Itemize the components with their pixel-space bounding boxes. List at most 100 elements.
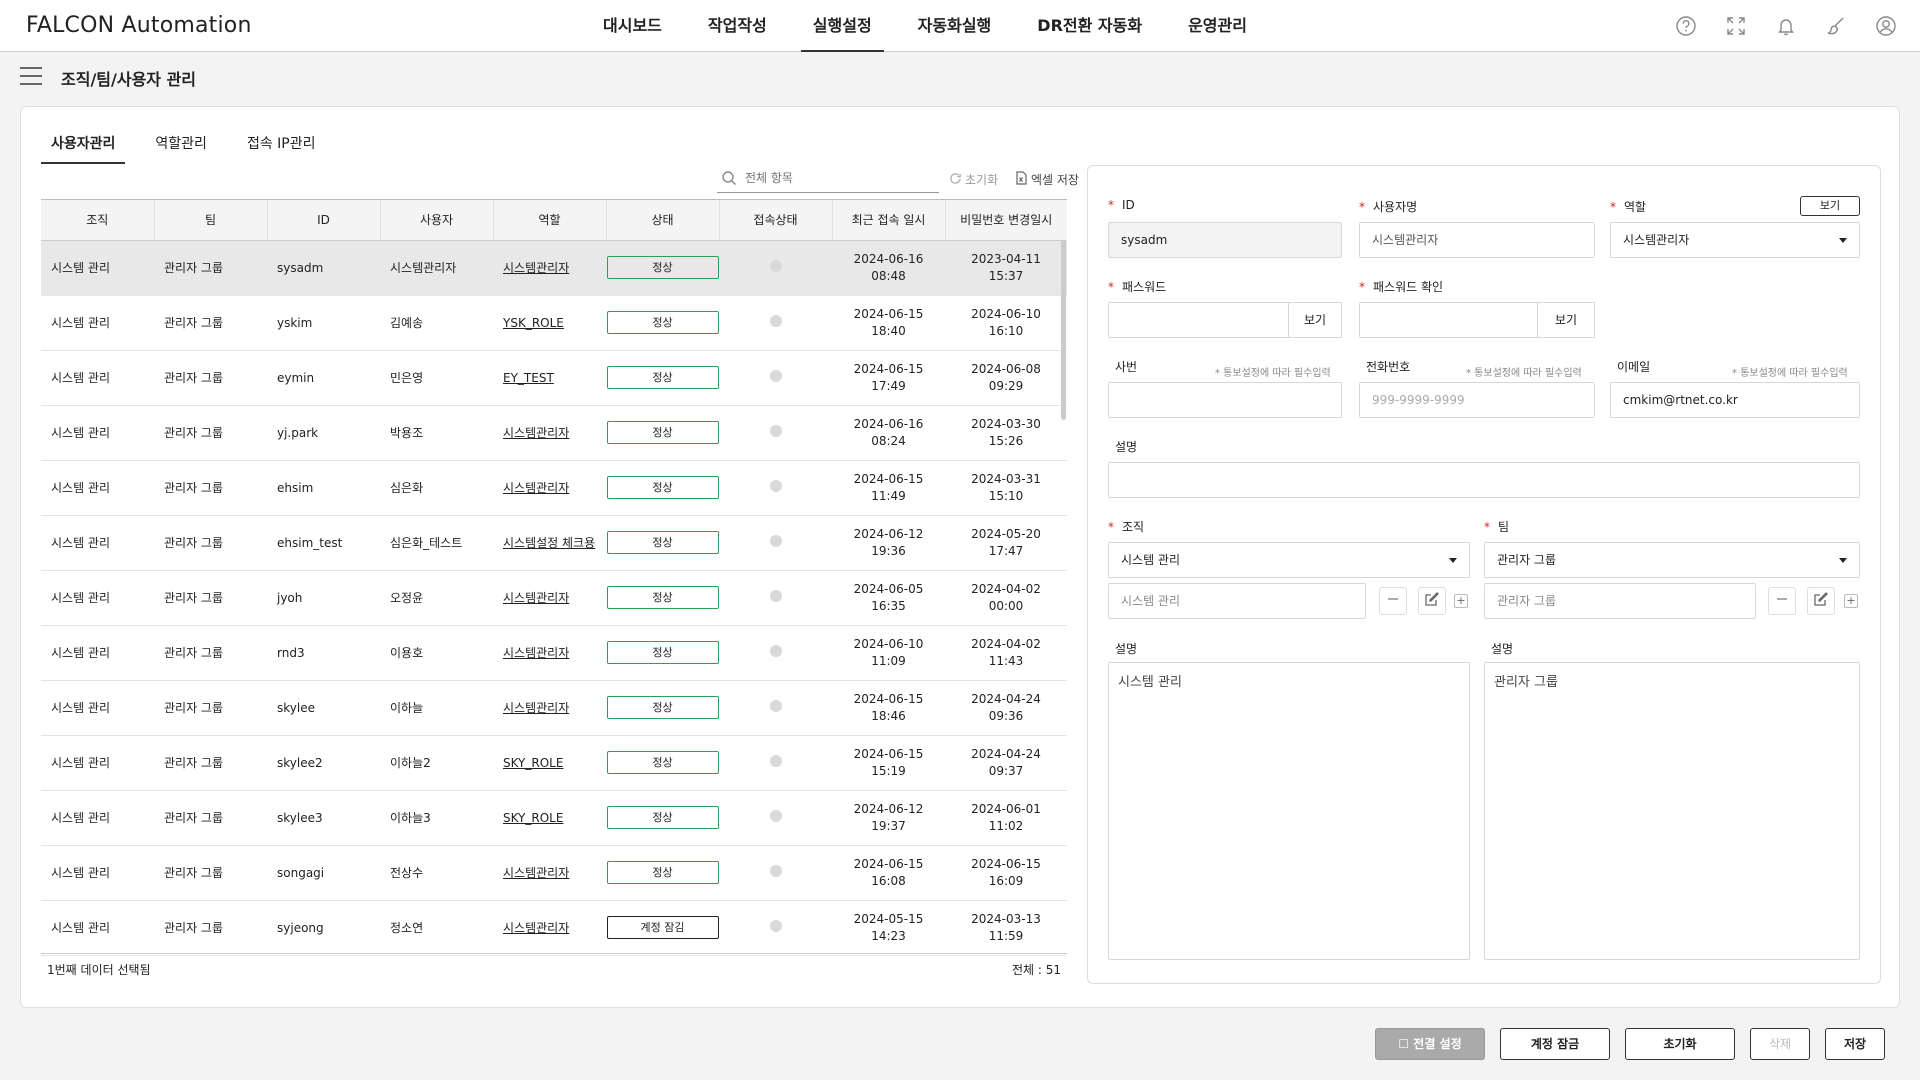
email-field[interactable]: cmkim@rtnet.co.kr	[1610, 382, 1860, 418]
cell-pw-changed-time: 16:09	[988, 873, 1024, 888]
table-row[interactable]: 시스템 관리 관리자 그룹 syjeong 정소연 시스템관리자 계정 잠김 2024-05…	[41, 900, 1067, 956]
save-button[interactable]: 저장	[1825, 1028, 1885, 1060]
org-edit-button[interactable]	[1418, 587, 1446, 615]
org-add-button[interactable]: +	[1454, 594, 1468, 608]
password-confirm-field[interactable]	[1359, 302, 1538, 338]
role-view-button[interactable]: 보기	[1800, 196, 1860, 216]
search-box	[717, 165, 939, 193]
password-field[interactable]	[1108, 302, 1289, 338]
org-remove-button[interactable]	[1379, 587, 1407, 615]
tab-role-management[interactable]: 역할관리	[145, 125, 217, 164]
table-row[interactable]: 시스템 관리 관리자 그룹 yj.park 박용조 시스템관리자 정상 2024-06-16…	[41, 405, 1067, 461]
col-header-org[interactable]: 조직	[41, 200, 155, 241]
role-select[interactable]: 시스템관리자	[1610, 222, 1860, 258]
user-grid: 조직 팀 ID 사용자 역할 상태 접속상태 최근 접속 일시 비밀번호 변경일…	[41, 199, 1067, 956]
table-row[interactable]: 시스템 관리 관리자 그룹 eymin 민은영 EY_TEST 정상 2024-06-15 1…	[41, 350, 1067, 406]
team-select[interactable]: 관리자 그룹	[1484, 542, 1860, 578]
col-header-status[interactable]: 상태	[606, 200, 720, 241]
brush-icon[interactable]	[1822, 12, 1850, 40]
reset-grid-button[interactable]: 초기화	[949, 171, 998, 188]
table-row[interactable]: 시스템 관리 관리자 그룹 skylee 이하늘 시스템관리자 정상 2024-06-15 1…	[41, 680, 1067, 736]
table-row[interactable]: 시스템 관리 관리자 그룹 skylee3 이하늘3 SKY_ROLE 정상 2024-06…	[41, 790, 1067, 846]
nav-menu-dr-switch[interactable]: DR전환 자동화	[1025, 0, 1154, 52]
grid-scrollbar[interactable]	[1061, 240, 1066, 420]
table-row[interactable]: 시스템 관리 관리자 그룹 sysadm 시스템관리자 시스템관리자 정상 2024-06-…	[41, 240, 1067, 296]
table-row[interactable]: 시스템 관리 관리자 그룹 ehsim_test 심은화_테스트 시스템설정 체크용 정상…	[41, 515, 1067, 571]
nav-menu-dashboard[interactable]: 대시보드	[591, 0, 674, 52]
team-add-button[interactable]: +	[1844, 594, 1858, 608]
cell-org: 시스템 관리	[41, 790, 154, 846]
search-input[interactable]	[745, 167, 925, 189]
cell-role-link[interactable]: 시스템관리자	[503, 646, 569, 660]
cell-org: 시스템 관리	[41, 240, 154, 296]
cell-last-login-date: 2024-06-15	[853, 471, 924, 486]
cell-role-link[interactable]: 시스템관리자	[503, 426, 569, 440]
cell-role-link[interactable]: SKY_ROLE	[503, 756, 563, 770]
bulk-approval-button[interactable]: ☐ 전결 설정	[1375, 1028, 1485, 1060]
cell-role-link[interactable]: 시스템관리자	[503, 591, 569, 605]
nav-menu-job-write[interactable]: 작업작성	[696, 0, 779, 52]
password-view-button[interactable]: 보기	[1288, 302, 1342, 338]
cell-pw-changed-date: 2024-04-24	[971, 691, 1041, 706]
team-description-textarea[interactable]: 관리자 그룹	[1484, 662, 1860, 960]
nav-menu-exec-settings[interactable]: 실행설정	[800, 0, 884, 52]
id-field[interactable]: sysadm	[1108, 222, 1342, 258]
col-header-id[interactable]: ID	[267, 200, 381, 241]
cell-role-link[interactable]: 시스템설정 체크용	[503, 536, 595, 550]
col-header-user[interactable]: 사용자	[380, 200, 494, 241]
connection-status-dot	[769, 370, 782, 382]
cell-org: 시스템 관리	[41, 460, 154, 516]
table-row[interactable]: 시스템 관리 관리자 그룹 jyoh 오정윤 시스템관리자 정상 2024-06-05 16:…	[41, 570, 1067, 626]
cell-role-link[interactable]: YSK_ROLE	[503, 316, 564, 330]
org-select[interactable]: 시스템 관리	[1108, 542, 1470, 578]
fullscreen-icon[interactable]	[1722, 12, 1750, 40]
cell-role-link[interactable]: SKY_ROLE	[503, 811, 563, 825]
table-row[interactable]: 시스템 관리 관리자 그룹 ehsim 심은화 시스템관리자 정상 2024-06-15 11…	[41, 460, 1067, 516]
account-lock-button[interactable]: 계정 잠금	[1500, 1028, 1610, 1060]
table-row[interactable]: 시스템 관리 관리자 그룹 rnd3 이용호 시스템관리자 정상 2024-06-10 11:…	[41, 625, 1067, 681]
table-row[interactable]: 시스템 관리 관리자 그룹 skylee2 이하늘2 SKY_ROLE 정상 2024-06…	[41, 735, 1067, 791]
cell-pw-changed-date: 2024-06-10	[971, 306, 1041, 321]
cell-team: 관리자 그룹	[154, 790, 267, 846]
username-field[interactable]: 시스템관리자	[1359, 222, 1595, 258]
table-row[interactable]: 시스템 관리 관리자 그룹 yskim 김예송 YSK_ROLE 정상 2024-06-15…	[41, 295, 1067, 351]
reset-button[interactable]: 초기화	[1625, 1028, 1735, 1060]
col-header-role[interactable]: 역할	[493, 200, 607, 241]
cell-role-link[interactable]: 시스템관리자	[503, 261, 569, 275]
password-confirm-view-button[interactable]: 보기	[1537, 302, 1595, 338]
cell-role-link[interactable]: 시스템관리자	[503, 866, 569, 880]
org-name-input[interactable]: 시스템 관리	[1108, 583, 1366, 619]
phone-field[interactable]: 999-9999-9999	[1359, 382, 1595, 418]
table-row[interactable]: 시스템 관리 관리자 그룹 songagi 전상수 시스템관리자 정상 2024-06-15…	[41, 845, 1067, 901]
delete-button[interactable]: 삭제	[1750, 1028, 1810, 1060]
col-header-team[interactable]: 팀	[154, 200, 268, 241]
col-header-conn-status[interactable]: 접속상태	[719, 200, 833, 241]
col-header-last-login[interactable]: 최근 접속 일시	[832, 200, 946, 241]
emp-no-field[interactable]	[1108, 382, 1342, 418]
cell-id: skylee	[267, 680, 380, 736]
cell-role-link[interactable]: 시스템관리자	[503, 481, 569, 495]
org-description-textarea[interactable]: 시스템 관리	[1108, 662, 1470, 960]
cell-role-link[interactable]: 시스템관리자	[503, 701, 569, 715]
user-icon[interactable]	[1872, 12, 1900, 40]
bell-icon[interactable]	[1772, 12, 1800, 40]
cell-pw-changed-time: 09:29	[988, 378, 1024, 393]
excel-save-button[interactable]: 엑셀 저장	[1015, 171, 1079, 188]
connection-status-dot	[769, 865, 782, 877]
help-icon[interactable]	[1672, 12, 1700, 40]
tab-ip-management[interactable]: 접속 IP관리	[237, 125, 326, 164]
cell-role-link[interactable]: 시스템관리자	[503, 921, 569, 935]
tab-user-management[interactable]: 사용자관리	[41, 125, 126, 164]
cell-last-login-date: 2024-06-16	[853, 251, 924, 266]
description-field[interactable]	[1108, 462, 1860, 498]
team-edit-button[interactable]	[1807, 587, 1835, 615]
cell-last-login-time: 18:46	[871, 708, 906, 723]
cell-role-link[interactable]: EY_TEST	[503, 371, 554, 385]
nav-menu-operations[interactable]: 운영관리	[1176, 0, 1259, 52]
nav-menu-automation-run[interactable]: 자동화실행	[906, 0, 1004, 52]
team-remove-button[interactable]	[1768, 587, 1796, 615]
team-name-input[interactable]: 관리자 그룹	[1484, 583, 1756, 619]
menu-toggle-icon[interactable]	[20, 67, 42, 85]
brand-logo[interactable]: FALCON Automation	[26, 13, 252, 38]
col-header-pw-changed[interactable]: 비밀번호 변경일시	[945, 200, 1067, 241]
